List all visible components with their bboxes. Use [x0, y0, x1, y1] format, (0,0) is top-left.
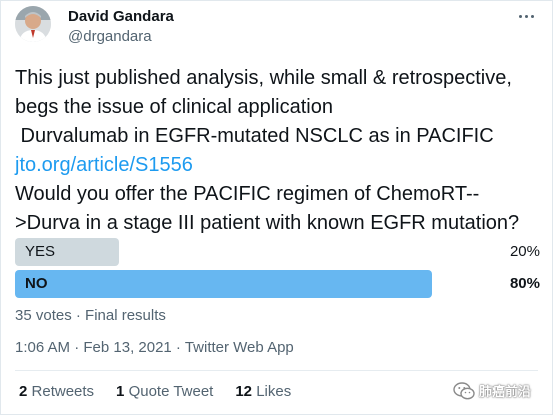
tweet-text-line: Would you offer the PACIFIC regimen of C…: [15, 183, 480, 205]
divider: [15, 370, 538, 371]
poll-bar-no: [15, 270, 432, 298]
tweet-timestamp[interactable]: 1:06 AM · Feb 13, 2021 · Twitter Web App: [15, 339, 294, 356]
quotes-stat[interactable]: 1 Quote Tweet: [116, 383, 213, 400]
retweets-label: Retweets: [31, 383, 95, 400]
retweets-count: 2: [19, 383, 28, 400]
quotes-count: 1: [116, 383, 125, 400]
tweet-text-line: This just published analysis, while smal…: [15, 67, 512, 89]
likes-label: Likes: [256, 383, 292, 400]
wechat-icon: [453, 381, 475, 399]
retweets-stat[interactable]: 2 Retweets: [19, 383, 94, 400]
likes-count: 12: [235, 383, 253, 400]
poll-option-percent: 80%: [509, 275, 540, 292]
more-horizontal-icon[interactable]: [514, 6, 538, 26]
article-link[interactable]: jto.org/article/S1556: [15, 154, 193, 176]
poll-option-label: NO: [25, 275, 48, 292]
watermark-text: 肺癌前沿: [479, 384, 532, 399]
avatar[interactable]: [15, 6, 51, 42]
poll-option-percent: 20%: [509, 243, 540, 260]
likes-stat[interactable]: 12 Likes: [235, 383, 291, 400]
tweet-text-line: begs the issue of clinical application: [15, 96, 333, 118]
poll-option-label: YES: [25, 243, 56, 260]
author-handle[interactable]: @drgandara: [68, 28, 152, 45]
watermark: 肺癌前沿: [453, 381, 531, 400]
tweet-text: This just published analysis, while smal…: [15, 64, 545, 238]
poll-option-yes: YES 20%: [15, 238, 540, 266]
tweet-stats: 2 Retweets 1 Quote Tweet 12 Likes: [19, 383, 291, 400]
author-name[interactable]: David Gandara: [68, 8, 174, 25]
tweet-text-line: Durvalumab in EGFR-mutated NSCLC as in P…: [15, 125, 494, 147]
tweet-text-line: >Durva in a stage III patient with known…: [15, 212, 520, 234]
poll-option-no: NO 80%: [15, 270, 540, 298]
poll-summary: 35 votes · Final results: [15, 307, 166, 324]
quotes-label: Quote Tweet: [128, 383, 214, 400]
